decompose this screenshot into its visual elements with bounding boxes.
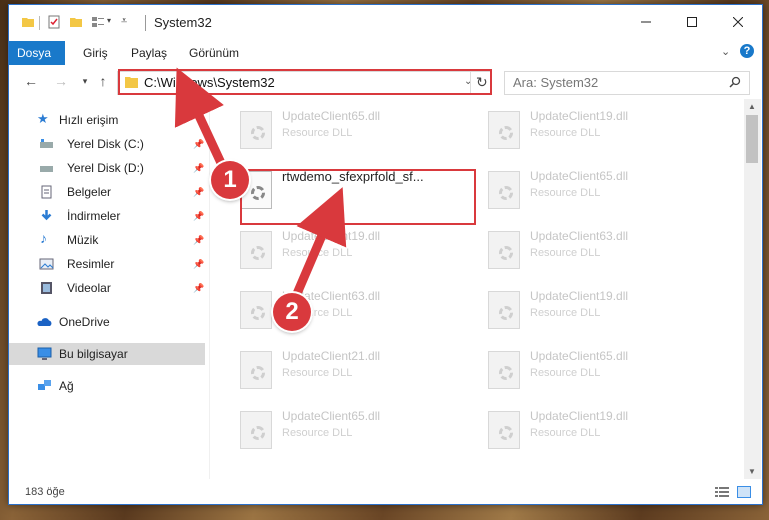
step-badge-2: 2 bbox=[273, 293, 311, 331]
annotation-arrows bbox=[174, 67, 347, 315]
step-badge-1: 1 bbox=[211, 161, 249, 199]
